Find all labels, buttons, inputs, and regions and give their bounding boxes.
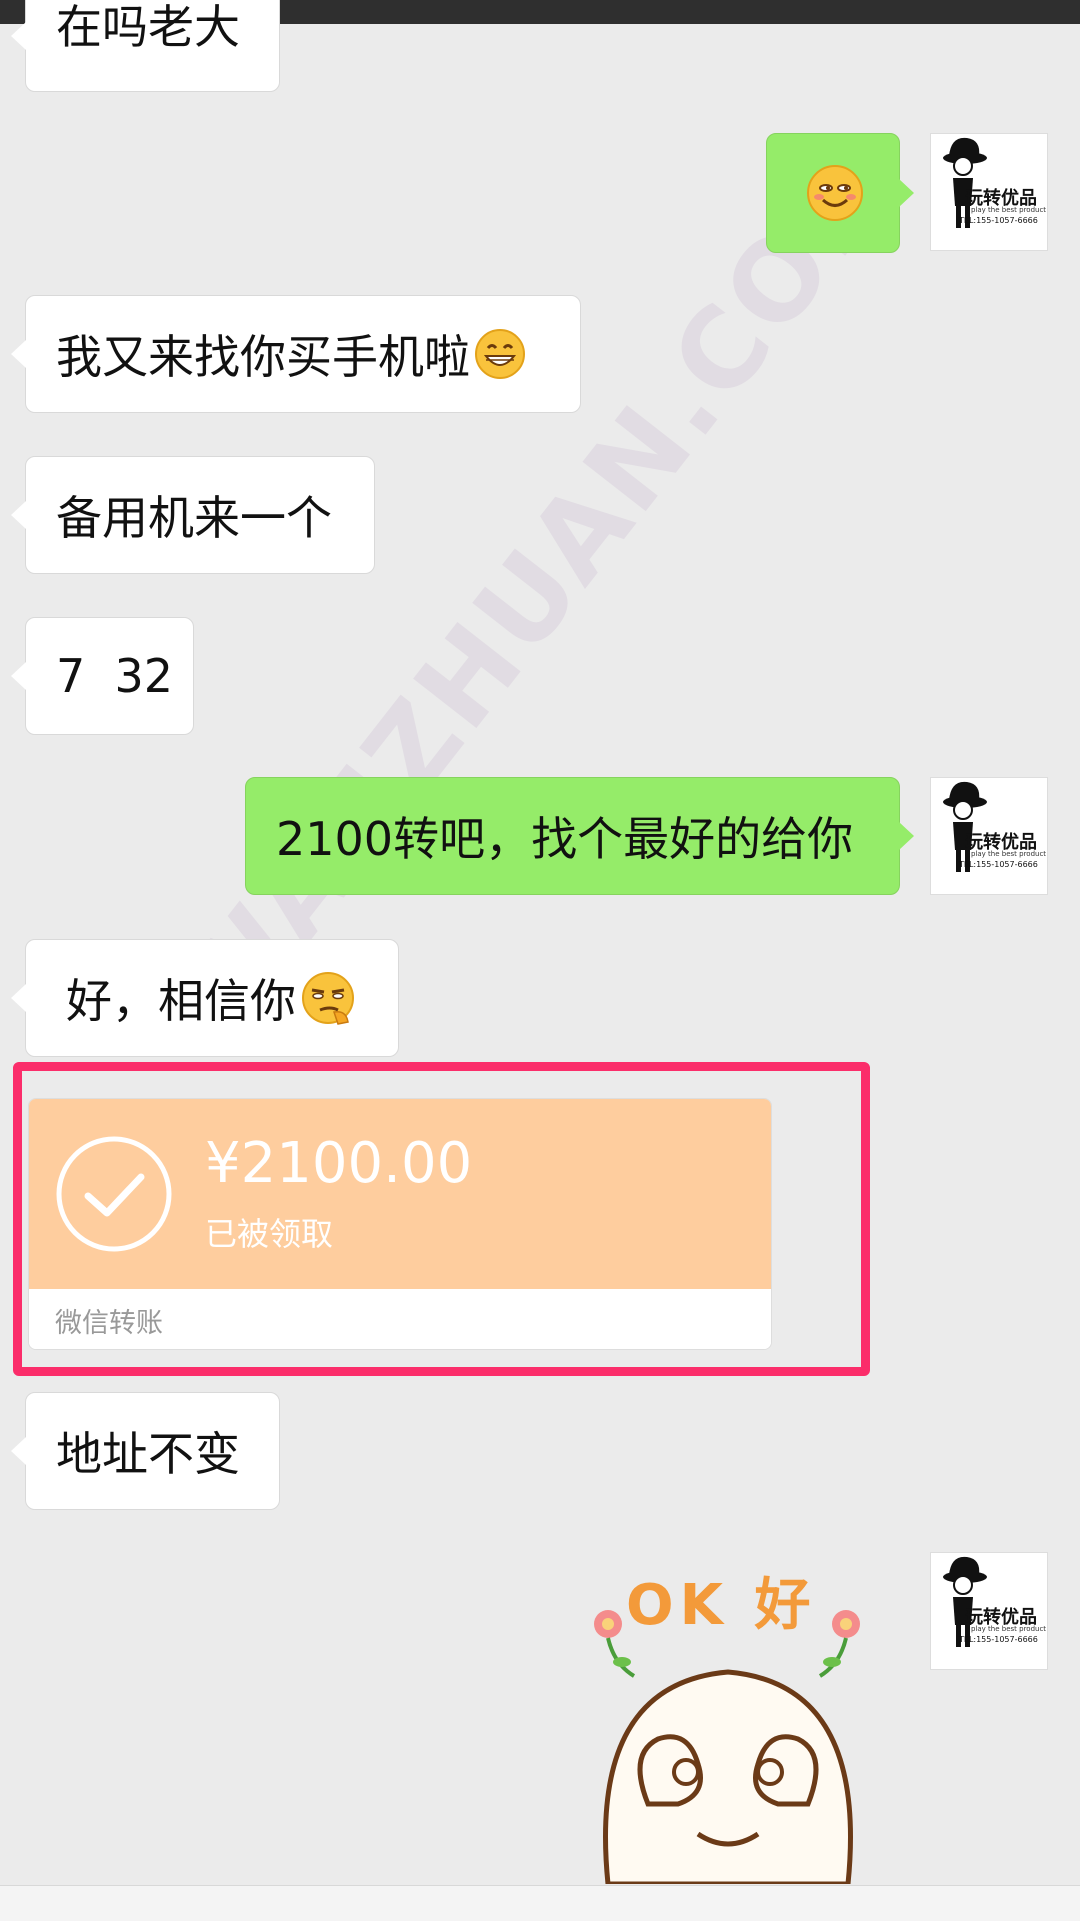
message-bubble-incoming[interactable]: 地址不变 xyxy=(11,1392,280,1510)
transfer-label: 微信转账 xyxy=(55,1307,163,1339)
message-text: 地址不变 xyxy=(56,1427,240,1481)
message-bubble-incoming[interactable]: 好，相信你 xyxy=(11,939,399,1057)
avatar[interactable]: 玩转优品 play the best product TEL:155-1057-… xyxy=(930,133,1048,251)
avatar[interactable]: 玩转优品 play the best product TEL:155-1057-… xyxy=(930,1552,1048,1670)
message-bubble-incoming[interactable]: 7 32 xyxy=(11,617,194,735)
message-text: 2100转吧，找个最好的给你 xyxy=(276,812,854,866)
ok-sticker-icon[interactable] xyxy=(578,1554,898,1884)
smile-emoji-icon xyxy=(807,165,863,221)
message-bubble-incoming[interactable]: 在吗老大 xyxy=(11,0,280,92)
message-bubble-incoming[interactable]: 我又来找你买手机啦 xyxy=(11,295,581,413)
watermark: WANZHUAN.COM xyxy=(150,111,930,1059)
message-text: 7 32 xyxy=(56,649,174,703)
message-text: 我又来找你买手机啦 xyxy=(56,330,470,384)
avatar-tagline: play the best product xyxy=(971,206,1047,214)
avatar-tagline: play the best product xyxy=(971,850,1047,858)
transfer-card-header: ¥2100.00 已被领取 xyxy=(29,1099,771,1289)
message-bubble-incoming[interactable]: 备用机来一个 xyxy=(11,456,375,574)
smirk-emoji-icon xyxy=(302,972,354,1025)
check-circle-icon xyxy=(56,1136,172,1252)
message-text: 好，相信你 xyxy=(66,974,296,1028)
avatar-tel: TEL:155-1057-6666 xyxy=(959,216,1038,225)
avatar-tel: TEL:155-1057-6666 xyxy=(959,860,1038,869)
transfer-status: 已被领取 xyxy=(205,1215,334,1253)
input-bar[interactable] xyxy=(0,1885,1080,1921)
grin-emoji-icon xyxy=(475,329,525,379)
wechat-transfer-card[interactable]: ¥2100.00 已被领取 微信转账 xyxy=(28,1098,772,1350)
message-text: 在吗老大 xyxy=(56,0,240,54)
transfer-card-footer: 微信转账 xyxy=(29,1289,771,1349)
transfer-amount: ¥2100.00 xyxy=(205,1131,473,1196)
message-text: 备用机来一个 xyxy=(56,491,332,545)
message-bubble-outgoing-emoji[interactable] xyxy=(766,133,914,253)
avatar-tel: TEL:155-1057-6666 xyxy=(959,1635,1038,1644)
avatar-tagline: play the best product xyxy=(971,1625,1047,1633)
message-bubble-outgoing[interactable]: 2100转吧，找个最好的给你 xyxy=(245,777,914,895)
avatar[interactable]: 玩转优品 play the best product TEL:155-1057-… xyxy=(930,777,1048,895)
